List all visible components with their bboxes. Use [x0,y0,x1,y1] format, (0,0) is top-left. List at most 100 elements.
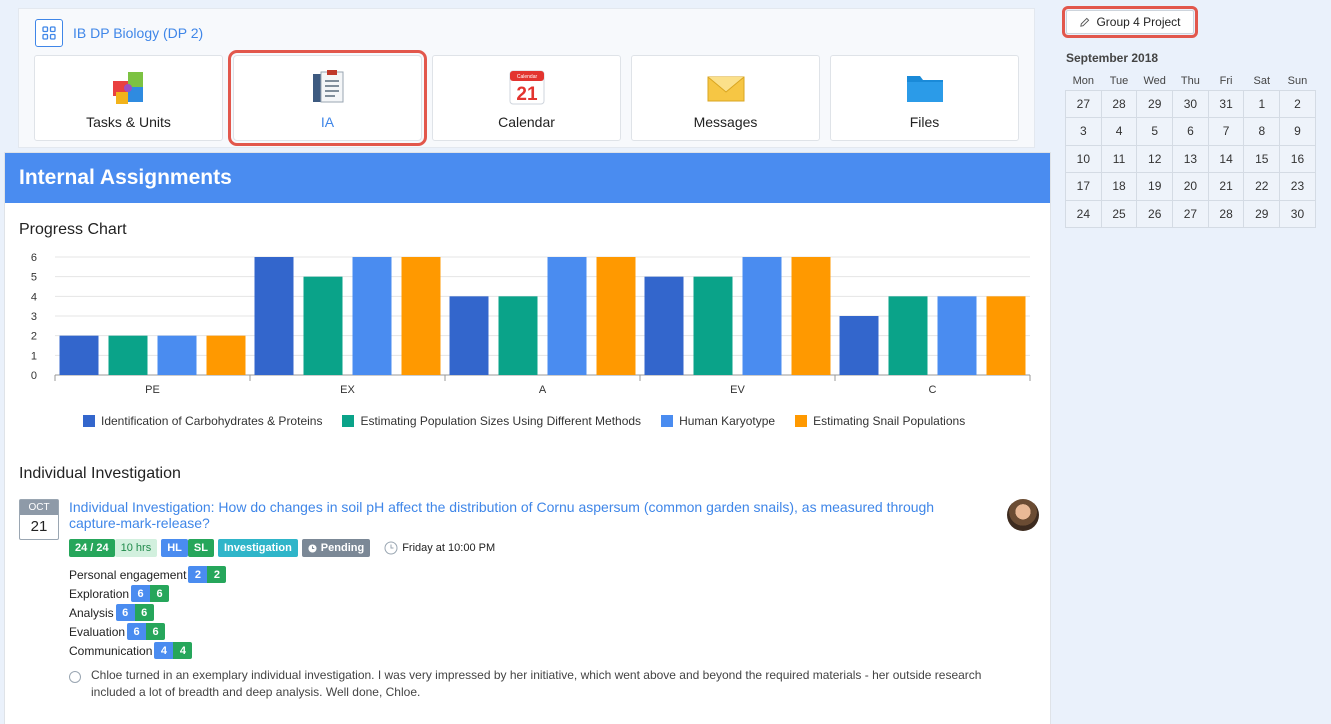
legend-swatch [661,415,674,427]
chart-legend: Identification of Carbohydrates & Protei… [83,414,965,428]
calendar-day[interactable]: 28 [1207,199,1245,228]
due-date-box: OCT 21 [19,499,59,540]
calendar-week: 17 18 19 20 21 22 23 [1065,172,1316,201]
calendar-day[interactable]: 12 [1136,144,1174,173]
tile-label: Tasks & Units [86,114,171,130]
bar [108,335,148,375]
tile-calendar[interactable]: Calendar 21 Calendar [432,55,621,141]
legend-item[interactable]: Estimating Snail Populations [795,414,965,428]
criterion-score-b: 6 [134,604,154,621]
criterion-score-a: 6 [131,585,151,602]
bar [937,296,977,375]
calendar-week: 10 11 12 13 14 15 16 [1065,144,1316,173]
criterion-score-a: 6 [115,604,135,621]
calendar-day[interactable]: 21 [1207,172,1245,201]
weekday-label: Thu [1180,74,1200,87]
tile-files[interactable]: Files [830,55,1019,141]
envelope-icon [707,76,744,102]
calendar-day[interactable]: 6 [1172,117,1209,146]
calendar-day[interactable]: 1 [1243,89,1281,118]
course-title[interactable]: IB DP Biology (DP 2) [35,19,203,47]
calendar-icon: Calendar 21 [509,70,544,105]
calendar-day[interactable]: 17 [1065,172,1102,201]
calendar-day[interactable]: 25 [1100,199,1138,228]
weekday-label: Tue [1109,74,1129,87]
calendar-day[interactable]: 4 [1100,117,1138,146]
calendar-day[interactable]: 24 [1065,199,1102,228]
calendar-day[interactable]: 30 [1279,199,1316,228]
investigation-title-link[interactable]: Individual Investigation: How do changes… [69,499,989,531]
calendar-week: 3456789 [1065,117,1316,146]
comment-icon [69,671,81,683]
calendar-day[interactable]: 23 [1279,172,1316,201]
weekday-label: Sun [1287,74,1308,87]
bar [644,276,684,375]
criterion-score-a: 4 [154,642,174,659]
calendar-day[interactable]: 15 [1243,144,1281,173]
calendar-day[interactable]: 30 [1172,89,1209,118]
calendar-day[interactable]: 16 [1279,144,1316,173]
bar [157,335,197,375]
x-tick-label: EX [340,384,355,396]
legend-swatch [342,415,355,427]
course-name[interactable]: IB DP Biology (DP 2) [73,25,203,41]
course-header-card: IB DP Biology (DP 2) Tasks & Units IA Ca… [18,8,1035,148]
status-text: Pending [320,542,365,554]
bar [986,296,1026,375]
tile-tasks-units[interactable]: Tasks & Units [34,55,223,141]
calendar-month-title: September 2018 [1066,51,1159,65]
calendar-day[interactable]: 27 [1172,199,1209,228]
criterion-row: Communication 4 4 [69,641,226,660]
criterion-label: Exploration [69,586,130,601]
calendar-day[interactable]: 20 [1172,172,1209,201]
student-avatar[interactable] [1007,499,1039,531]
calendar-day[interactable]: 29 [1136,89,1174,118]
calendar-day[interactable]: 29 [1243,199,1281,228]
internal-assignments-panel: Internal Assignments Progress Chart 0 1 2 3… [4,152,1051,724]
tile-ia[interactable]: IA [228,50,427,146]
calendar-week: 24 25 26 27 28 29 30 [1065,199,1316,228]
criterion-row: Exploration 6 6 [69,584,226,603]
weekday-label: Fri [1219,74,1233,87]
legend-swatch [795,415,808,427]
calendar-day[interactable]: 5 [1136,117,1174,146]
calendar-day[interactable]: 9 [1279,117,1316,146]
mini-calendar: Mon Tue Wed Thu Fri Sat Sun 27 28 29 30 31 1 2 3 4 5 6 7 8… [1065,72,1316,228]
group-4-project-button[interactable]: Group 4 Project [1062,6,1198,38]
x-tick-label: EV [730,384,745,396]
svg-text:21: 21 [516,84,538,105]
calendar-day[interactable]: 18 [1100,172,1138,201]
progress-chart-title: Progress Chart [19,221,127,238]
calendar-day[interactable]: 10 [1065,144,1102,173]
pencil-icon [1080,17,1090,27]
legend-item[interactable]: Estimating Population Sizes Using Differ… [342,414,641,428]
legend-item[interactable]: Human Karyotype [661,414,775,428]
calendar-day[interactable]: 11 [1100,144,1138,173]
calendar-day[interactable]: 14 [1207,144,1245,173]
bar [742,257,782,375]
criterion-label: Personal engagement [69,567,187,582]
calendar-day[interactable]: 13 [1172,144,1209,173]
panel-header: Internal Assignments [5,153,1050,203]
calendar-day[interactable]: 27 [1065,89,1102,118]
calendar-day[interactable]: 26 [1136,199,1174,228]
criterion-score-a: 6 [127,623,147,640]
calendar-day[interactable]: 3 [1065,117,1102,146]
hl-badge: HL [161,539,188,557]
calendar-day[interactable]: 7 [1207,117,1245,146]
calendar-day[interactable]: 8 [1243,117,1281,146]
calendar-day[interactable]: 28 [1100,89,1138,118]
calendar-day[interactable]: 2 [1279,89,1316,118]
legend-item[interactable]: Identification of Carbohydrates & Protei… [83,414,322,428]
type-badge: Investigation [217,539,298,557]
calendar-day[interactable]: 22 [1243,172,1281,201]
clock-outline-icon [384,541,398,555]
bar [839,316,879,375]
tile-messages[interactable]: Messages [631,55,820,141]
sl-badge: SL [187,539,214,557]
criterion-score: 22 [188,566,227,583]
y-tick-label: 2 [31,331,37,343]
calendar-day[interactable]: 19 [1136,172,1174,201]
calendar-day[interactable]: 31 [1207,89,1245,118]
legend-swatch [83,415,95,427]
